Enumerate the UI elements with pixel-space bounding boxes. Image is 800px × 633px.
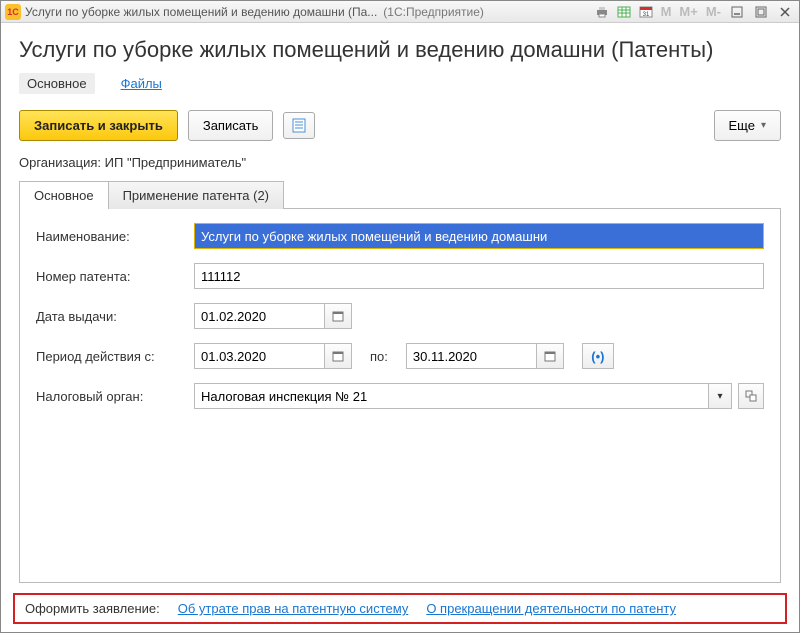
organization-label: Организация: xyxy=(19,155,101,170)
period-to-input[interactable] xyxy=(406,343,536,369)
memory-m[interactable]: M xyxy=(659,4,674,19)
issue-date-input[interactable] xyxy=(194,303,324,329)
nav-files[interactable]: Файлы xyxy=(113,73,170,94)
spreadsheet-icon[interactable] xyxy=(615,4,633,20)
tab-patent-usage[interactable]: Применение патента (2) xyxy=(108,181,284,209)
titlebar: 1C Услуги по уборке жилых помещений и ве… xyxy=(1,1,799,23)
calendar-icon[interactable]: 31 xyxy=(637,4,655,20)
tab-main[interactable]: Основное xyxy=(19,181,109,209)
window-title-suffix: (1С:Предприятие) xyxy=(383,5,484,19)
name-label: Наименование: xyxy=(36,229,186,244)
patent-number-label: Номер патента: xyxy=(36,269,186,284)
app-logo-icon: 1C xyxy=(5,4,21,20)
name-input[interactable] xyxy=(195,224,763,248)
calendar-small-icon xyxy=(332,310,344,322)
issue-date-label: Дата выдачи: xyxy=(36,309,186,324)
calendar-small-icon xyxy=(332,350,344,362)
memory-m-minus[interactable]: M- xyxy=(704,4,723,19)
more-button[interactable]: Еще xyxy=(714,110,781,141)
print-icon[interactable] xyxy=(593,4,611,20)
list-icon xyxy=(292,118,306,133)
footer-label: Оформить заявление: xyxy=(25,601,160,616)
patent-number-input[interactable] xyxy=(194,263,764,289)
calendar-small-icon xyxy=(544,350,556,362)
tax-authority-label: Налоговый орган: xyxy=(36,389,186,404)
save-button[interactable]: Записать xyxy=(188,110,274,141)
memory-m-plus[interactable]: M+ xyxy=(677,4,699,19)
period-from-input[interactable] xyxy=(194,343,324,369)
link-stop-activity[interactable]: О прекращении деятельности по патенту xyxy=(426,601,676,616)
organization-value: ИП "Предприниматель" xyxy=(105,155,246,170)
tax-authority-dropdown-button[interactable]: ▾ xyxy=(708,383,732,409)
link-lose-rights[interactable]: Об утрате прав на патентную систему xyxy=(178,601,409,616)
period-to-calendar-button[interactable] xyxy=(536,343,564,369)
app-window: 1C Услуги по уборке жилых помещений и ве… xyxy=(0,0,800,633)
tabs: Основное Применение патента (2) xyxy=(19,180,781,208)
period-from-label: Период действия с: xyxy=(36,349,186,364)
window-title: Услуги по уборке жилых помещений и веден… xyxy=(25,5,377,19)
footer-actions: Оформить заявление: Об утрате прав на па… xyxy=(13,593,787,624)
page-title: Услуги по уборке жилых помещений и веден… xyxy=(19,37,781,63)
save-and-close-button[interactable]: Записать и закрыть xyxy=(19,110,178,141)
open-icon xyxy=(745,390,757,402)
issue-date-calendar-button[interactable] xyxy=(324,303,352,329)
minimize-icon[interactable] xyxy=(727,4,747,20)
section-nav: Основное Файлы xyxy=(19,73,781,94)
svg-text:31: 31 xyxy=(642,12,649,18)
organization-row: Организация: ИП "Предприниматель" xyxy=(19,155,781,170)
close-icon[interactable] xyxy=(775,4,795,20)
period-picker-button[interactable]: (•) xyxy=(582,343,614,369)
period-from-calendar-button[interactable] xyxy=(324,343,352,369)
tax-authority-open-button[interactable] xyxy=(738,383,764,409)
toolbar: Записать и закрыть Записать Еще xyxy=(19,110,781,141)
name-field-wrap xyxy=(194,223,764,249)
tax-authority-input[interactable] xyxy=(194,383,708,409)
list-button[interactable] xyxy=(283,112,315,139)
nav-main[interactable]: Основное xyxy=(19,73,95,94)
maximize-icon[interactable] xyxy=(751,4,771,20)
tab-panel-main: Наименование: Номер патента: Дата выдачи… xyxy=(19,208,781,583)
period-to-label: по: xyxy=(370,349,388,364)
